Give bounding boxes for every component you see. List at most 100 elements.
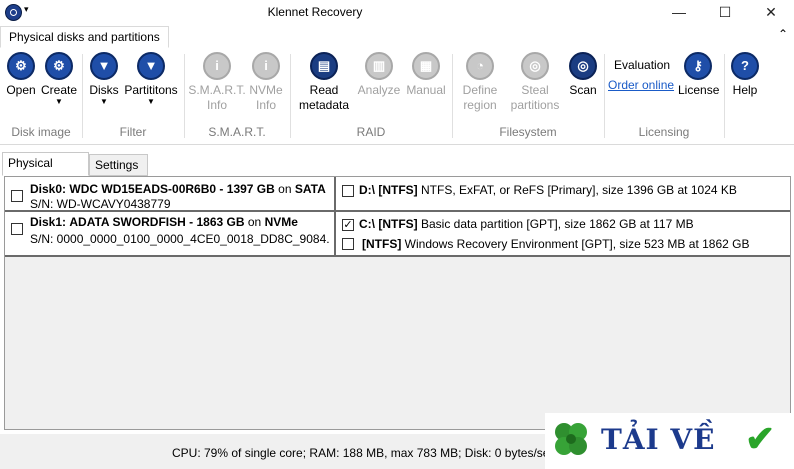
view-tabs: Settings Physical Disks bbox=[0, 152, 794, 190]
smart-info-button[interactable]: i S.M.A.R.T. Info bbox=[188, 52, 246, 113]
license-button[interactable]: ⚷ License bbox=[678, 52, 720, 98]
partition-d-checkbox[interactable] bbox=[342, 185, 354, 197]
partition-c-desc: Basic data partition [GPT], size 1862 GB… bbox=[421, 217, 694, 231]
disk0-serial: S/N: WD-WCAVY0438779 bbox=[30, 197, 171, 211]
row-divider bbox=[336, 210, 790, 212]
open-icon: ⚙ bbox=[7, 52, 35, 80]
help-button[interactable]: ? Help bbox=[729, 52, 761, 98]
disk1-title: Disk1: ADATA SWORDFISH - 1863 GB on NVMe bbox=[30, 215, 298, 229]
help-label: Help bbox=[732, 83, 758, 97]
help-icon: ? bbox=[731, 52, 759, 80]
define-region-icon: ◔ bbox=[466, 52, 494, 80]
tab-settings[interactable]: Settings bbox=[89, 154, 148, 176]
steal-partitions-label-2: partitions bbox=[510, 98, 560, 112]
scan-label: Scan bbox=[569, 83, 597, 97]
open-label: Open bbox=[6, 83, 36, 97]
analyze-icon: ▥ bbox=[365, 52, 393, 80]
column-divider bbox=[334, 177, 336, 255]
create-label: Create bbox=[40, 83, 78, 97]
partition-recovery-row[interactable]: [NTFS] Windows Recovery Environment [GPT… bbox=[362, 237, 749, 251]
funnel-icon: ▼ bbox=[137, 52, 165, 80]
clover-icon bbox=[555, 423, 587, 455]
analyze-button[interactable]: ▥ Analyze bbox=[357, 52, 401, 98]
watermark-logo: TẢI VỀ ✔ bbox=[545, 413, 794, 469]
open-button[interactable]: ⚙ Open bbox=[3, 52, 39, 98]
group-filter: Filter bbox=[119, 125, 147, 139]
ribbon-tab-row: Physical disks and partitions ⌃ bbox=[0, 24, 794, 49]
scan-icon: ◎ bbox=[569, 52, 597, 80]
disk0-model: WDC WD15EADS-00R6B0 bbox=[69, 182, 217, 196]
ribbon: ⚙ Open ⚙ Create ▼ Disk image ▼ Disks ▼ ▼… bbox=[0, 48, 794, 145]
nvme-info-button[interactable]: i NVMe Info bbox=[248, 52, 284, 113]
disks-filter-button[interactable]: ▼ Disks ▼ bbox=[88, 52, 120, 106]
disk0-checkbox[interactable] bbox=[11, 190, 23, 202]
disk1-checkbox[interactable] bbox=[11, 223, 23, 235]
disk1-bus: NVMe bbox=[264, 215, 298, 229]
collapse-ribbon-icon[interactable]: ⌃ bbox=[778, 27, 788, 41]
book-icon: ▤ bbox=[310, 52, 338, 80]
disk1-name: Disk1: bbox=[30, 215, 67, 229]
disk1-on: on bbox=[247, 215, 262, 229]
define-region-label-2: region bbox=[463, 98, 497, 112]
manual-label: Manual bbox=[406, 83, 446, 97]
steal-partitions-button[interactable]: ◎ Steal partitions bbox=[508, 52, 562, 113]
create-button[interactable]: ⚙ Create ▼ bbox=[40, 52, 78, 106]
create-icon: ⚙ bbox=[45, 52, 73, 80]
smart-info-label-2: Info bbox=[206, 98, 227, 112]
group-disk-image: Disk image bbox=[11, 125, 71, 139]
group-smart: S.M.A.R.T. bbox=[208, 125, 266, 139]
close-button[interactable]: ✕ bbox=[748, 0, 794, 24]
disk-partition-panel: Disk0: WDC WD15EADS-00R6B0 - 1397 GB on … bbox=[4, 176, 791, 430]
scan-button[interactable]: ◎ Scan bbox=[566, 52, 600, 98]
evaluation-label: Evaluation bbox=[614, 58, 671, 72]
disk0-size: 1397 GB bbox=[226, 182, 275, 196]
maximize-button[interactable]: ☐ bbox=[702, 0, 748, 24]
group-separator bbox=[724, 54, 725, 138]
partitions-dropdown-icon: ▼ bbox=[147, 97, 155, 106]
create-dropdown-icon: ▼ bbox=[55, 97, 63, 106]
disk1-serial: S/N: 0000_0000_0100_0000_4CE0_0018_DD8C_… bbox=[30, 232, 330, 246]
disk-grid: Disk0: WDC WD15EADS-00R6B0 - 1397 GB on … bbox=[5, 177, 790, 257]
partition-recovery-checkbox[interactable] bbox=[342, 238, 354, 250]
manual-icon: ▦ bbox=[412, 52, 440, 80]
minimize-button[interactable]: — bbox=[656, 0, 702, 24]
license-label: License bbox=[678, 83, 720, 97]
key-icon: ⚷ bbox=[684, 52, 712, 80]
partition-d-label: D:\ [NTFS] bbox=[359, 183, 418, 197]
disk1-model: ADATA SWORDFISH bbox=[69, 215, 186, 229]
smart-info-label-1: S.M.A.R.T. bbox=[188, 83, 246, 97]
read-metadata-button[interactable]: ▤ Read metadata bbox=[296, 52, 352, 113]
partition-c-label: C:\ [NTFS] bbox=[359, 217, 418, 231]
steal-partitions-icon: ◎ bbox=[521, 52, 549, 80]
partition-recovery-label: [NTFS] bbox=[362, 237, 402, 251]
define-region-label-1: Define bbox=[462, 83, 498, 97]
tab-physical-disks[interactable]: Physical Disks bbox=[2, 152, 89, 190]
partition-recovery-desc: Windows Recovery Environment [GPT], size… bbox=[404, 237, 750, 251]
partitions-filter-button[interactable]: ▼ Partititons ▼ bbox=[123, 52, 179, 106]
group-licensing: Licensing bbox=[638, 125, 690, 139]
partition-d-desc: NTFS, ExFAT, or ReFS [Primary], size 139… bbox=[421, 183, 737, 197]
analyze-label: Analyze bbox=[357, 83, 401, 97]
disk0-on: on bbox=[278, 182, 292, 196]
tab-physical-disks-and-partitions[interactable]: Physical disks and partitions bbox=[0, 26, 169, 48]
nvme-info-label-2: Info bbox=[255, 98, 276, 112]
manual-button[interactable]: ▦ Manual bbox=[404, 52, 448, 98]
funnel-icon: ▼ bbox=[90, 52, 118, 80]
title-bar: ▾ Klennet Recovery — ☐ ✕ bbox=[0, 0, 794, 24]
partition-c-checkbox[interactable]: ✓ bbox=[342, 219, 354, 231]
define-region-button[interactable]: ◔ Define region bbox=[457, 52, 503, 113]
group-raid: RAID bbox=[356, 125, 386, 139]
group-filesystem: Filesystem bbox=[499, 125, 557, 139]
partitions-label: Partititons bbox=[124, 83, 178, 97]
steal-partitions-label-1: Steal bbox=[521, 83, 549, 97]
nvme-info-icon: i bbox=[252, 52, 280, 80]
order-online-link[interactable]: Order online bbox=[608, 78, 674, 92]
disks-dropdown-icon: ▼ bbox=[100, 97, 108, 106]
status-text: CPU: 79% of single core; RAM: 188 MB, ma… bbox=[172, 446, 559, 460]
partition-c-row[interactable]: C:\ [NTFS] Basic data partition [GPT], s… bbox=[359, 217, 694, 231]
disks-label: Disks bbox=[89, 83, 119, 97]
partition-d-row[interactable]: D:\ [NTFS] NTFS, ExFAT, or ReFS [Primary… bbox=[359, 183, 737, 197]
disk0-name: Disk0: bbox=[30, 182, 67, 196]
nvme-info-label-1: NVMe bbox=[249, 83, 283, 97]
disk1-size: 1863 GB bbox=[196, 215, 245, 229]
